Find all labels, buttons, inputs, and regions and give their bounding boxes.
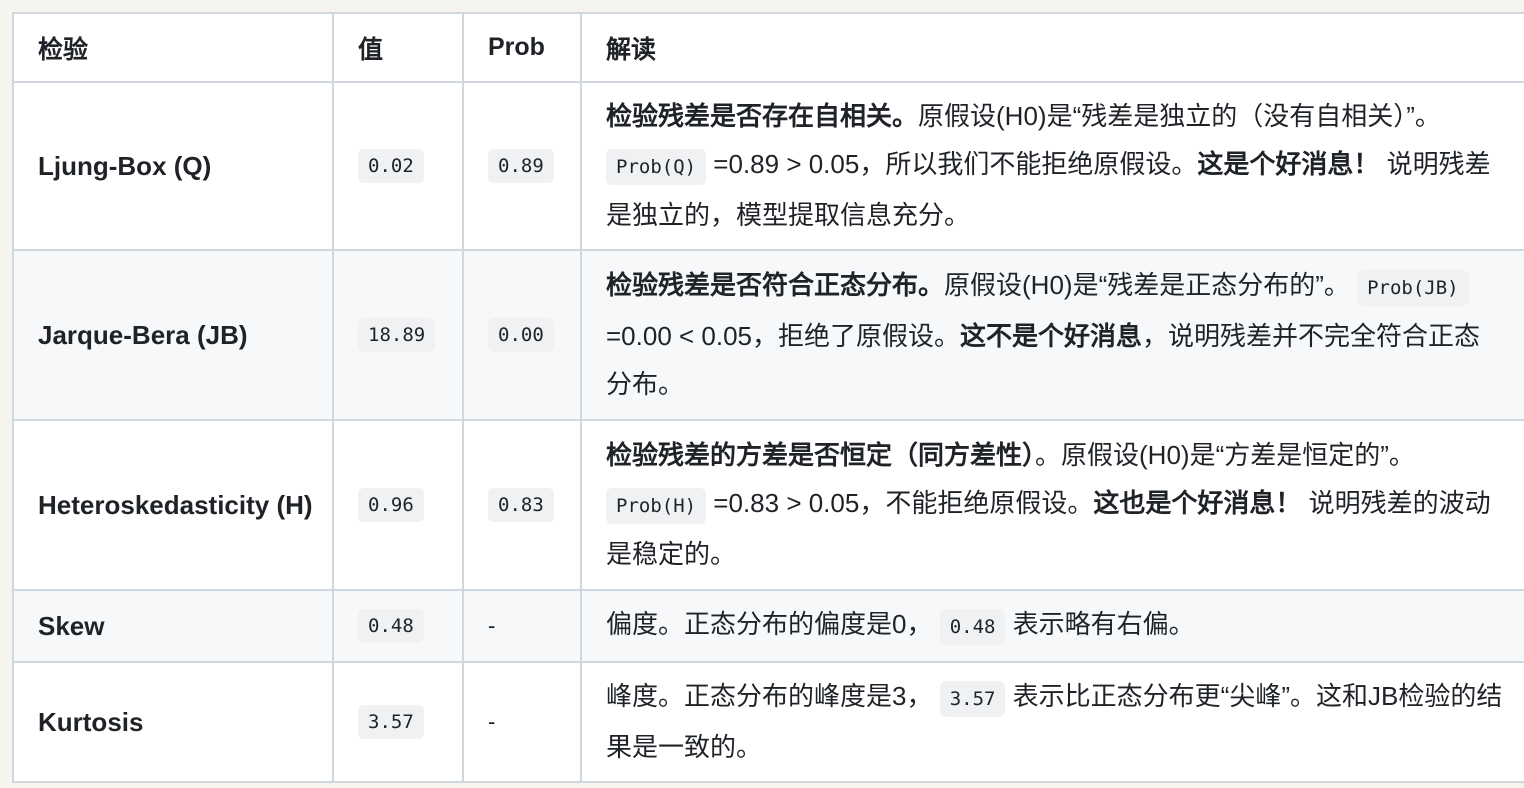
test-name-cell: Ljung-Box (Q): [12, 81, 334, 251]
prob-cell: 0.89: [462, 81, 582, 251]
prob-cell: -: [462, 589, 582, 663]
interp-inline-code: Prob(Q): [606, 148, 707, 185]
value-cell: 0.96: [332, 419, 464, 591]
test-name-cell: Jarque-Bera (JB): [12, 249, 334, 421]
interp-inline-code: Prob(H): [606, 487, 707, 524]
table-row: Skew 0.48 - 偏度。正态分布的偏度是0， 0.48 表示略有右偏。: [12, 589, 1524, 663]
interp-text: 峰度。正态分布的峰度是3，: [606, 680, 940, 711]
interpretation-cell: 检验残差是否符合正态分布。原假设(H0)是“残差是正态分布的”。 Prob(JB…: [580, 249, 1524, 421]
prob-cell: 0.83: [462, 419, 582, 591]
interp-bold-text: 这是个好消息！: [1197, 148, 1380, 179]
test-name-cell: Heteroskedasticity (H): [12, 419, 334, 591]
value-code: 18.89: [358, 318, 436, 352]
value-code: 3.57: [358, 705, 424, 739]
interp-bold-text: 检验残差是否符合正态分布。: [606, 269, 945, 300]
prob-code: 0.00: [488, 318, 554, 352]
header-value: 值: [332, 12, 464, 83]
interpretation-cell: 峰度。正态分布的峰度是3， 3.57 表示比正态分布更“尖峰”。这和JB检验的结…: [580, 661, 1524, 783]
interp-text: =0.89 > 0.05，所以我们不能拒绝原假设。: [706, 148, 1198, 179]
header-test: 检验: [12, 12, 334, 83]
interp-bold-text: 检验残差的方差是否恒定（同方差性）: [606, 439, 1036, 470]
prob-empty: -: [488, 709, 496, 734]
value-cell: 0.48: [332, 589, 464, 663]
interp-inline-code: 0.48: [939, 608, 1006, 645]
table-row: Heteroskedasticity (H) 0.96 0.83 检验残差的方差是否恒…: [12, 419, 1524, 591]
header-interp: 解读: [580, 12, 1524, 83]
diagnostic-table: 检验 值 Prob 解读 Ljung-Box (Q) 0.02 0.89 检验残差是否…: [12, 12, 1524, 783]
value-cell: 3.57: [332, 661, 464, 783]
prob-code: 0.83: [488, 488, 554, 522]
interpretation-cell: 检验残差是否存在自相关。原假设(H0)是“残差是独立的（没有自相关）”。 Pro…: [580, 81, 1524, 251]
header-prob: Prob: [462, 12, 582, 83]
results-table-container: 检验 值 Prob 解读 Ljung-Box (Q) 0.02 0.89 检验残差是否…: [12, 12, 1524, 783]
prob-cell: -: [462, 661, 582, 783]
interp-text: =0.83 > 0.05，不能拒绝原假设。: [706, 487, 1094, 518]
table-row: Jarque-Bera (JB) 18.89 0.00 检验残差是否符合正态分布。原假…: [12, 249, 1524, 421]
value-code: 0.02: [358, 149, 424, 183]
interp-text: 表示略有右偏。: [1005, 608, 1195, 639]
prob-empty: -: [488, 613, 496, 638]
interp-bold-text: 这也是个好消息！: [1093, 487, 1302, 518]
prob-cell: 0.00: [462, 249, 582, 421]
table-header-row: 检验 值 Prob 解读: [12, 12, 1524, 83]
interpretation-cell: 检验残差的方差是否恒定（同方差性）。原假设(H0)是“方差是恒定的”。 Prob…: [580, 419, 1524, 591]
interp-bold-text: 检验残差是否存在自相关。: [606, 100, 919, 131]
table-row: Ljung-Box (Q) 0.02 0.89 检验残差是否存在自相关。原假设(H0)…: [12, 81, 1524, 251]
value-cell: 0.02: [332, 81, 464, 251]
test-name-cell: Skew: [12, 589, 334, 663]
interp-inline-code: 3.57: [939, 680, 1006, 717]
interp-text: =0.00 < 0.05，拒绝了原假设。: [606, 320, 961, 351]
prob-code: 0.89: [488, 149, 554, 183]
interp-inline-code: Prob(JB): [1357, 269, 1469, 306]
test-name-cell: Kurtosis: [12, 661, 334, 783]
value-code: 0.48: [358, 609, 424, 643]
value-code: 0.96: [358, 488, 424, 522]
interp-bold-text: 这不是个好消息: [960, 320, 1143, 351]
value-cell: 18.89: [332, 249, 464, 421]
interp-text: 偏度。正态分布的偏度是0，: [606, 608, 940, 639]
interp-text: 原假设(H0)是“残差是独立的（没有自相关）”。: [918, 100, 1441, 131]
interp-text: 。原假设(H0)是“方差是恒定的”。: [1035, 439, 1415, 470]
interp-text: 原假设(H0)是“残差是正态分布的”。: [944, 269, 1358, 300]
interpretation-cell: 偏度。正态分布的偏度是0， 0.48 表示略有右偏。: [580, 589, 1524, 663]
table-row: Kurtosis 3.57 - 峰度。正态分布的峰度是3， 3.57 表示比正态分布更…: [12, 661, 1524, 783]
